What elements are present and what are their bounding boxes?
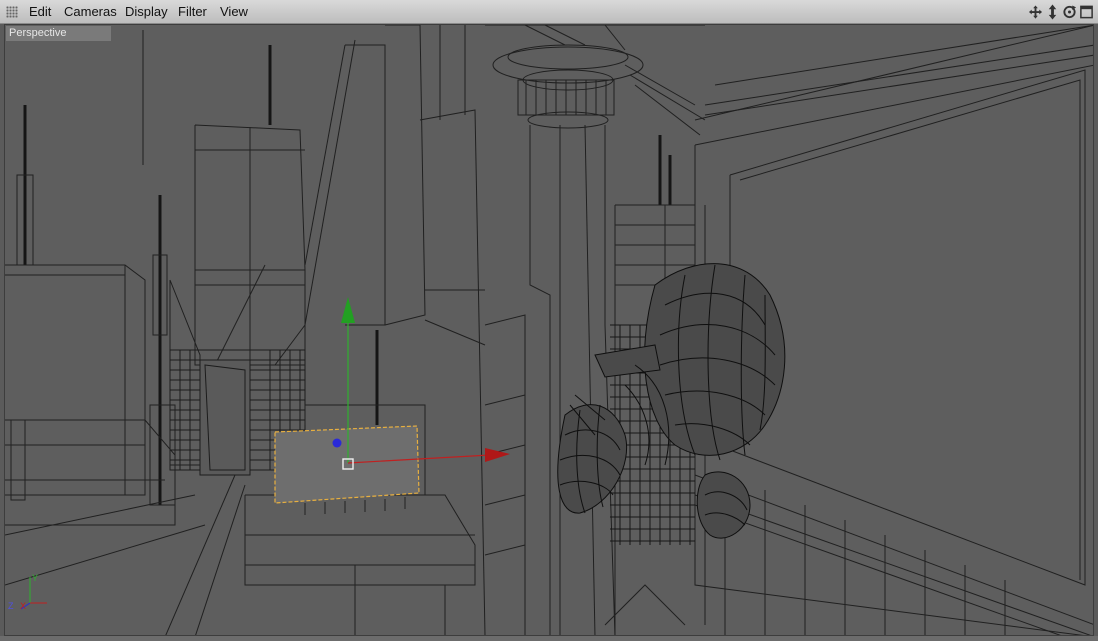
drag-grip-icon[interactable] xyxy=(6,6,18,18)
rotate-view-icon[interactable] xyxy=(1062,4,1077,20)
axis-label-z: Z xyxy=(8,601,14,611)
viewport-menubar: Edit Cameras Display Filter View xyxy=(0,0,1098,24)
maximize-view-icon[interactable] xyxy=(1079,4,1094,20)
view-navigation-icons xyxy=(1028,4,1094,20)
cinema4d-window: Edit Cameras Display Filter View Y X Z P… xyxy=(0,0,1098,641)
axis-label-x: X xyxy=(20,601,26,611)
menu-display[interactable]: Display xyxy=(125,4,168,20)
menu-edit[interactable]: Edit xyxy=(29,4,51,20)
menu-view[interactable]: View xyxy=(220,4,248,20)
dolly-view-icon[interactable] xyxy=(1045,4,1060,20)
perspective-viewport[interactable]: Y X Z Perspective xyxy=(4,24,1094,636)
move-view-icon[interactable] xyxy=(1028,4,1043,20)
viewport-bottom-border xyxy=(0,636,1098,641)
wireframe-scene[interactable]: Y X Z xyxy=(5,25,1094,636)
viewport-camera-label: Perspective xyxy=(6,26,111,41)
axis-label-y: Y xyxy=(32,573,38,583)
z-axis-handle xyxy=(332,438,342,448)
menu-filter[interactable]: Filter xyxy=(178,4,207,20)
menu-cameras[interactable]: Cameras xyxy=(64,4,117,20)
